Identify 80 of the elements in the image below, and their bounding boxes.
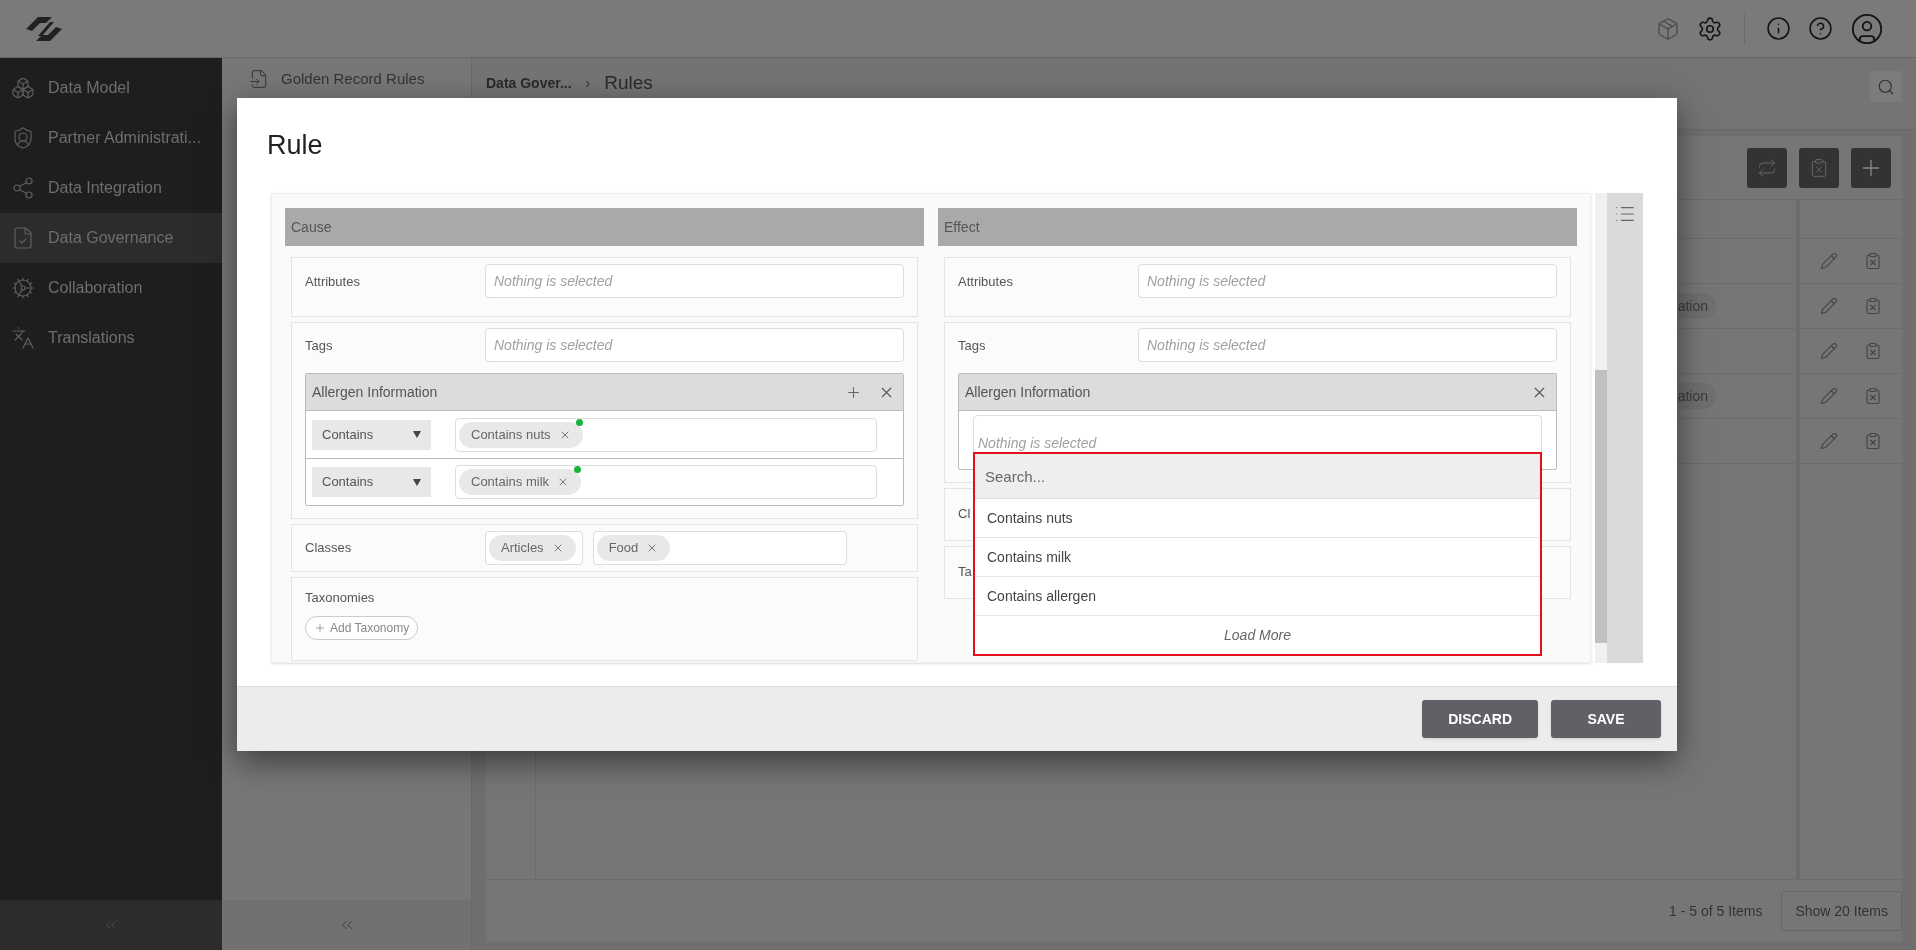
search-button[interactable] <box>1870 71 1902 102</box>
sidebar-item[interactable]: Data Governance <box>0 213 222 263</box>
chip-field[interactable]: Food <box>592 531 847 565</box>
add-button[interactable] <box>1851 147 1891 188</box>
value-field[interactable]: Contains milk <box>455 465 877 499</box>
dialog-button[interactable]: SAVE <box>1551 700 1661 738</box>
breadcrumb-item[interactable]: Rules <box>604 71 653 95</box>
rules-menu-item[interactable]: Golden Record Rules <box>222 68 471 91</box>
field-label: Attributes <box>305 273 361 291</box>
select-field[interactable]: Nothing is selected <box>1138 264 1557 298</box>
group-title: Allergen Information <box>965 382 1092 402</box>
translate-icon <box>11 326 35 350</box>
breadcrumb-item[interactable]: Data Gover... <box>486 71 572 95</box>
operator-select[interactable]: Contains <box>312 419 431 450</box>
search-icon <box>1877 77 1895 96</box>
value-field[interactable]: Contains nuts <box>455 417 877 452</box>
field-label: Classes <box>305 539 353 558</box>
edit-icon[interactable] <box>1820 432 1838 450</box>
scrollbar[interactable] <box>1595 193 1607 663</box>
sync-button[interactable] <box>1747 147 1787 188</box>
share-icon <box>11 176 35 200</box>
tag-chip[interactable]: Articles <box>489 535 576 561</box>
tag-chip[interactable]: Contains nuts <box>459 421 583 448</box>
help-icon[interactable] <box>1808 16 1833 41</box>
user-avatar-icon[interactable] <box>1850 11 1884 46</box>
sidebar-item[interactable]: Data Model <box>0 63 222 113</box>
delete-icon[interactable] <box>1864 387 1882 405</box>
clipboard-x-icon <box>1809 157 1829 178</box>
group-title: Allergen Information <box>312 382 439 402</box>
dropdown-option[interactable]: Contains milk <box>975 538 1540 577</box>
tag-chip[interactable]: Food <box>596 535 671 561</box>
plus-icon <box>314 621 326 634</box>
operator-select[interactable]: Contains <box>312 467 431 497</box>
document-arrow-icon <box>249 69 269 90</box>
field-label: Attributes <box>958 273 1014 291</box>
document-icon <box>11 226 35 250</box>
sidebar-item[interactable]: Collaboration <box>0 263 222 313</box>
breadcrumb-separator: › <box>585 74 591 93</box>
field-label: Taxonomies <box>305 589 375 607</box>
package-icon[interactable] <box>1656 16 1680 41</box>
shield-icon <box>11 126 35 150</box>
column-header: Cause <box>285 208 924 246</box>
tag-chip[interactable]: Contains milk <box>459 469 582 495</box>
edit-icon[interactable] <box>1820 252 1838 270</box>
gear-icon <box>11 276 35 300</box>
select-field[interactable]: Nothing is selected <box>485 264 904 298</box>
edit-icon[interactable] <box>1820 342 1838 360</box>
settings-icon[interactable] <box>1697 15 1723 42</box>
dropdown-triangle-icon <box>413 478 421 486</box>
delete-button[interactable] <box>1799 147 1839 188</box>
sidebar-item[interactable]: Data Integration <box>0 163 222 213</box>
chip-field[interactable]: Articles <box>485 531 583 565</box>
delete-icon[interactable] <box>1864 297 1882 315</box>
cubes-icon <box>11 76 35 100</box>
dropdown-option[interactable]: Contains nuts <box>975 499 1540 538</box>
pagination-summary: 1 - 5 of 5 Items <box>1669 901 1763 921</box>
field-label: Tags <box>958 337 987 355</box>
field-label: Tags <box>305 337 334 355</box>
dropdown-triangle-icon <box>413 431 421 438</box>
dialog-button[interactable]: DISCARD <box>1422 700 1538 738</box>
column-header: Effect <box>938 208 1577 246</box>
load-more-link[interactable]: Load More <box>975 616 1540 654</box>
add-taxonomy-button[interactable]: Add Taxonomy <box>305 615 419 640</box>
sidebar-item[interactable]: Translations <box>0 313 222 363</box>
info-icon[interactable] <box>1766 16 1791 41</box>
field-label: Ta <box>958 564 972 579</box>
select-field[interactable]: Nothing is selected <box>1138 328 1557 362</box>
sidebar-item[interactable]: Partner Administrati... <box>0 113 222 163</box>
edit-icon[interactable] <box>1820 387 1838 405</box>
dropdown-option[interactable]: Contains allergen <box>975 577 1540 616</box>
dialog-title: Rule <box>267 129 323 163</box>
sync-icon <box>1757 157 1777 178</box>
delete-icon[interactable] <box>1864 252 1882 270</box>
edit-icon[interactable] <box>1820 297 1838 315</box>
field-label: Cl <box>958 506 971 521</box>
page-size-button[interactable]: Show 20 Items <box>1781 891 1902 931</box>
select-field[interactable]: Nothing is selected <box>485 328 904 362</box>
search-field[interactable]: Search... <box>975 454 1540 499</box>
delete-icon[interactable] <box>1864 342 1882 360</box>
delete-icon[interactable] <box>1864 432 1882 450</box>
